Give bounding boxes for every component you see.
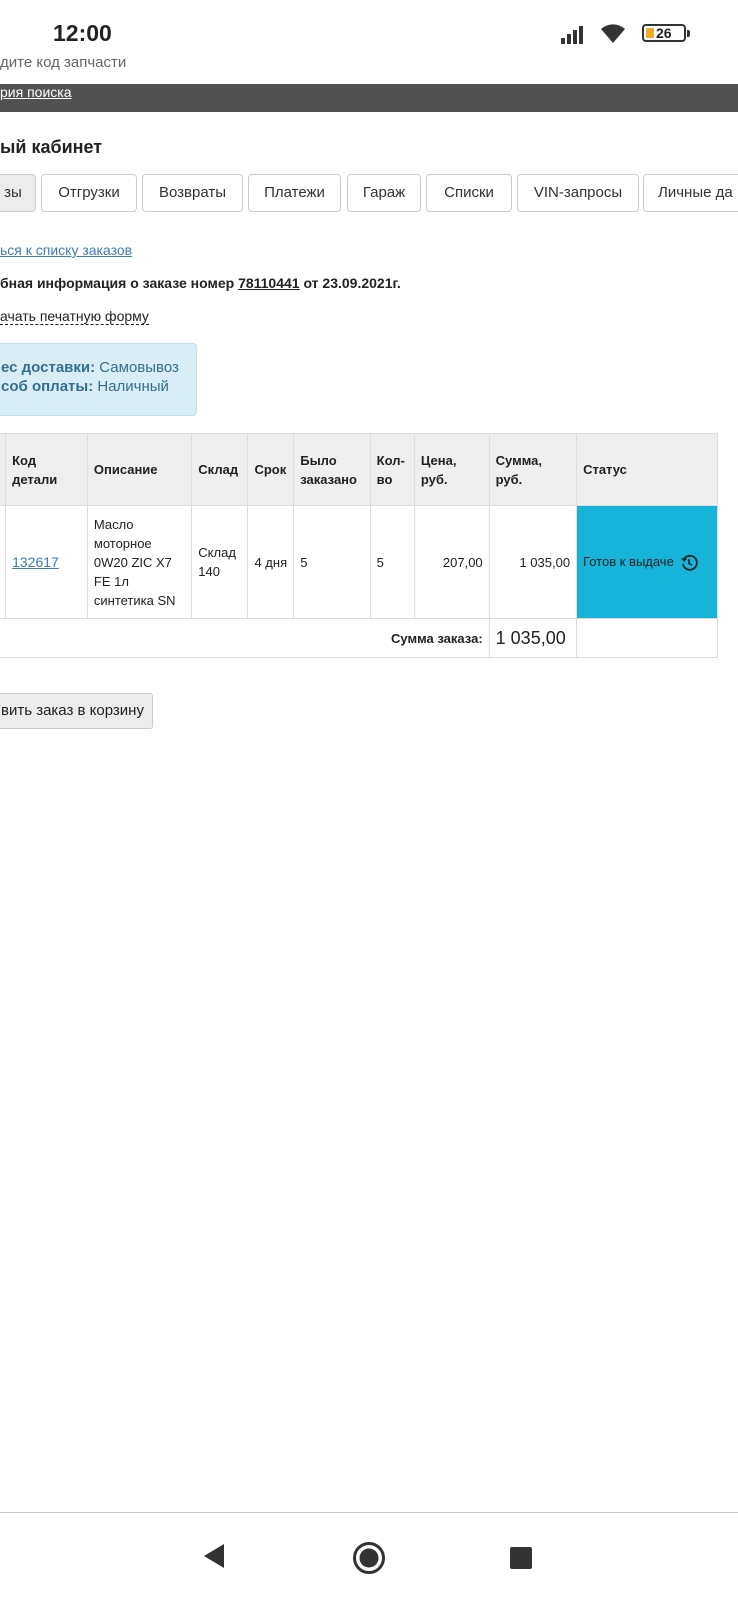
cell-ordered: 5	[293, 505, 371, 619]
delivery-label: ес доставки:	[1, 359, 96, 376]
header-status: Статус	[576, 433, 718, 506]
cell-qty: 5	[369, 505, 415, 619]
delivery-info-box: ес доставки: Самовывоз соб оплаты: Налич…	[0, 343, 197, 416]
cell-description: Масло моторное 0W20 ZIC X7 FE 1л синтети…	[86, 505, 193, 619]
status-badge: Готов к выдаче	[576, 505, 718, 619]
header-qty: Кол-во	[369, 433, 415, 506]
status-text: Готов к выдаче	[583, 554, 674, 570]
battery-icon: 26	[642, 24, 690, 42]
total-row: Сумма заказа: 1 035,00	[0, 618, 718, 658]
home-icon[interactable]	[352, 1541, 386, 1575]
cell-price: 207,00	[413, 505, 490, 619]
wifi-icon	[601, 24, 625, 43]
search-history-link[interactable]: рия поиска	[0, 84, 71, 100]
cell-term: 4 дня	[247, 505, 295, 619]
cell-sum: 1 035,00	[488, 505, 578, 619]
history-icon[interactable]	[680, 554, 698, 572]
header-description: Описание	[86, 433, 193, 506]
payment-label: соб оплаты:	[1, 378, 94, 395]
add-order-to-cart-button[interactable]: вить заказ в корзину	[0, 693, 153, 729]
header-sum: Сумма, руб.	[488, 433, 578, 506]
table-row: 132617 Масло моторное 0W20 ZIC X7 FE 1л …	[0, 505, 718, 619]
page-title: ый кабинет	[0, 137, 103, 157]
total-label: Сумма заказа:	[0, 618, 490, 658]
signal-icon	[561, 26, 583, 44]
clock: 12:00	[53, 20, 112, 46]
order-number: 78110441	[238, 275, 300, 291]
tab-orders[interactable]: зы	[0, 174, 36, 212]
header-term: Срок	[247, 433, 295, 506]
back-icon[interactable]	[202, 1543, 226, 1569]
tab-payments[interactable]: Платежи	[248, 174, 341, 212]
battery-level: 26	[656, 25, 672, 41]
total-value: 1 035,00	[488, 618, 578, 658]
back-to-orders-link[interactable]: ься к списку заказов	[0, 242, 132, 258]
header-ordered: Было заказано	[293, 433, 371, 506]
header-price: Цена, руб.	[413, 433, 490, 506]
tab-personal-data[interactable]: Личные да	[643, 174, 738, 212]
tab-lists[interactable]: Списки	[426, 174, 512, 212]
system-nav-bar	[0, 1512, 738, 1601]
part-code-link[interactable]: 132617	[12, 554, 59, 570]
print-form-link[interactable]: ачать печатную форму	[0, 308, 149, 325]
payment-value: Наличный	[97, 378, 169, 395]
order-info: бная информация о заказе номер 78110441 …	[0, 275, 401, 291]
status-bar: 12:00 26	[0, 0, 738, 54]
cell-warehouse: Склад 140	[191, 505, 249, 619]
header-warehouse: Склад	[191, 433, 249, 506]
tab-returns[interactable]: Возвраты	[142, 174, 243, 212]
header-code: Код детали	[5, 433, 88, 506]
order-items-table: Код детали Описание Склад Срок Было зака…	[0, 433, 718, 658]
table-header-row: Код детали Описание Склад Срок Было зака…	[0, 433, 718, 506]
top-nav-bar: рия поиска	[0, 84, 738, 112]
system-icons: 26	[561, 22, 690, 48]
tab-garage[interactable]: Гараж	[347, 174, 421, 212]
recent-apps-icon[interactable]	[510, 1547, 532, 1569]
delivery-value: Самовывоз	[99, 359, 179, 376]
search-hint[interactable]: дите код запчасти	[0, 54, 126, 71]
tab-shipments[interactable]: Отгрузки	[41, 174, 137, 212]
tab-vin-requests[interactable]: VIN-запросы	[517, 174, 639, 212]
